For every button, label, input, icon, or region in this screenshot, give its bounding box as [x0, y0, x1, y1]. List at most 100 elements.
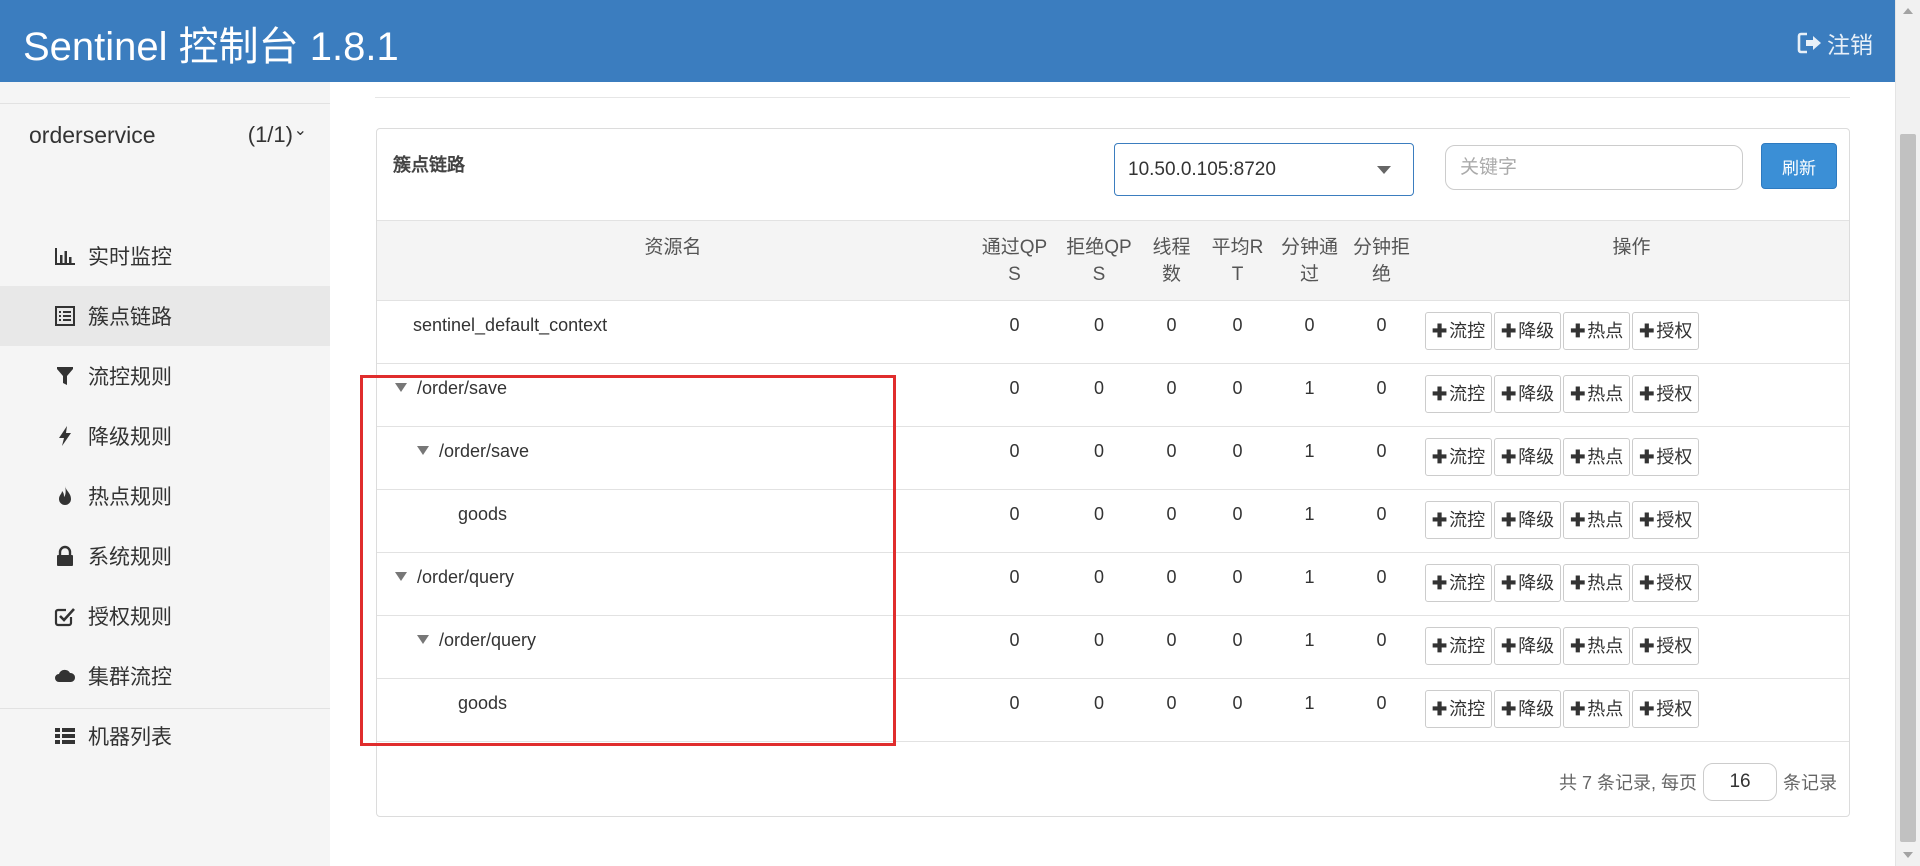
sidebar-item-label: 集群流控 [88, 666, 172, 689]
page-scrollbar[interactable] [1895, 0, 1920, 866]
highlight-annotation-box [360, 375, 896, 746]
add-degrade-rule-button[interactable]: ✚ 降级 [1494, 564, 1562, 602]
header-thread-count: 线程数 [1152, 237, 1191, 285]
scroll-down-arrow-icon[interactable] [1903, 852, 1913, 858]
sidebar-item-system-rules[interactable]: 系统规则 [0, 526, 330, 586]
add-degrade-rule-button[interactable]: ✚ 降级 [1494, 375, 1562, 413]
row-operations: ✚ 流控 ✚ 降级 ✚ 热点 ✚ 授权 [1414, 616, 1849, 679]
row-operations: ✚ 流控 ✚ 降级 ✚ 热点 ✚ 授权 [1414, 301, 1849, 364]
block-qps-value: 0 [1093, 630, 1104, 650]
sidebar-nav: 实时监控 簇点链路 流控规则 降级规则 热点规则 系统规则 授权规则 集群流控 [0, 226, 330, 766]
logout-link[interactable]: 注销 [1797, 26, 1873, 60]
plus-icon: ✚ [1570, 447, 1586, 467]
add-authority-rule-button[interactable]: ✚ 授权 [1632, 312, 1700, 350]
sidebar-item-realtime-monitor[interactable]: 实时监控 [0, 226, 330, 286]
add-degrade-rule-button[interactable]: ✚ 降级 [1494, 627, 1562, 665]
add-flow-rule-button[interactable]: ✚ 流控 [1425, 627, 1493, 665]
minute-block-value: 0 [1376, 378, 1387, 398]
th-list-icon [55, 728, 75, 744]
pass-qps-value: 0 [1009, 441, 1020, 461]
sidebar-item-degrade-rules[interactable]: 降级规则 [0, 406, 330, 466]
add-flow-rule-button[interactable]: ✚ 流控 [1425, 690, 1493, 728]
row-operations: ✚ 流控 ✚ 降级 ✚ 热点 ✚ 授权 [1414, 553, 1849, 616]
minute-block-value: 0 [1376, 441, 1387, 461]
caret-down-icon [1377, 166, 1391, 174]
pagination-prefix: 共 7 条记录, 每页 [1559, 773, 1698, 793]
add-authority-rule-button[interactable]: ✚ 授权 [1632, 690, 1700, 728]
list-alt-icon [55, 306, 75, 326]
sign-out-icon [1797, 32, 1821, 54]
sidebar-item-hotspot-rules[interactable]: 热点规则 [0, 466, 330, 526]
avg-rt-value: 0 [1232, 693, 1243, 713]
add-flow-rule-button[interactable]: ✚ 流控 [1425, 375, 1493, 413]
plus-icon: ✚ [1570, 573, 1586, 593]
machine-select[interactable]: 10.50.0.105:8720 [1114, 143, 1414, 196]
row-operations: ✚ 流控 ✚ 降级 ✚ 热点 ✚ 授权 [1414, 679, 1849, 742]
add-authority-rule-button[interactable]: ✚ 授权 [1632, 501, 1700, 539]
avg-rt-value: 0 [1232, 441, 1243, 461]
add-flow-rule-button[interactable]: ✚ 流控 [1425, 564, 1493, 602]
lock-icon [57, 545, 73, 566]
minute-pass-value: 1 [1304, 567, 1315, 587]
row-operations: ✚ 流控 ✚ 降级 ✚ 热点 ✚ 授权 [1414, 364, 1849, 427]
sidebar-item-authority-rules[interactable]: 授权规则 [0, 586, 330, 646]
block-qps-value: 0 [1093, 693, 1104, 713]
plus-icon: ✚ [1639, 636, 1655, 656]
page-size-input[interactable]: 16 [1703, 763, 1778, 801]
add-hotspot-rule-button[interactable]: ✚ 热点 [1563, 690, 1631, 728]
sidebar-item-cluster-point-link[interactable]: 簇点链路 [0, 286, 330, 346]
minute-pass-value: 1 [1304, 504, 1315, 524]
add-hotspot-rule-button[interactable]: ✚ 热点 [1563, 375, 1631, 413]
app-selector[interactable]: orderservice (1/1) ⌄ [29, 122, 309, 149]
plus-icon: ✚ [1570, 699, 1586, 719]
minute-pass-value: 0 [1304, 315, 1315, 335]
header-minute-pass: 分钟通过 [1280, 237, 1338, 285]
add-degrade-rule-button[interactable]: ✚ 降级 [1494, 690, 1562, 728]
add-degrade-rule-button[interactable]: ✚ 降级 [1494, 312, 1562, 350]
add-degrade-rule-button[interactable]: ✚ 降级 [1494, 501, 1562, 539]
add-hotspot-rule-button[interactable]: ✚ 热点 [1563, 501, 1631, 539]
block-qps-value: 0 [1093, 378, 1104, 398]
pass-qps-value: 0 [1009, 504, 1020, 524]
add-hotspot-rule-button[interactable]: ✚ 热点 [1563, 627, 1631, 665]
add-authority-rule-button[interactable]: ✚ 授权 [1632, 375, 1700, 413]
block-qps-value: 0 [1093, 315, 1104, 335]
sidebar-item-label: 机器列表 [88, 726, 172, 749]
minute-pass-value: 1 [1304, 378, 1315, 398]
header-minute-block: 分钟拒绝 [1352, 237, 1410, 285]
chevron-down-icon: ⌄ [293, 122, 307, 139]
add-authority-rule-button[interactable]: ✚ 授权 [1632, 438, 1700, 476]
scroll-up-arrow-icon[interactable] [1903, 8, 1913, 14]
header-block-qps: 拒绝QP S [1066, 237, 1132, 285]
sidebar-item-flow-rules[interactable]: 流控规则 [0, 346, 330, 406]
minute-block-value: 0 [1376, 567, 1387, 587]
refresh-button[interactable]: 刷新 [1761, 143, 1837, 189]
avg-rt-value: 0 [1232, 504, 1243, 524]
add-authority-rule-button[interactable]: ✚ 授权 [1632, 564, 1700, 602]
row-operations: ✚ 流控 ✚ 降级 ✚ 热点 ✚ 授权 [1414, 427, 1849, 490]
plus-icon: ✚ [1639, 321, 1655, 341]
add-hotspot-rule-button[interactable]: ✚ 热点 [1563, 564, 1631, 602]
thread-count-value: 0 [1166, 504, 1177, 524]
sidebar-item-label: 流控规则 [88, 366, 172, 389]
block-qps-value: 0 [1093, 567, 1104, 587]
add-flow-rule-button[interactable]: ✚ 流控 [1425, 312, 1493, 350]
add-authority-rule-button[interactable]: ✚ 授权 [1632, 627, 1700, 665]
bar-chart-icon [55, 248, 75, 265]
fire-icon [59, 486, 71, 505]
resource-name: sentinel_default_context [413, 315, 608, 335]
plus-icon: ✚ [1432, 573, 1448, 593]
keyword-search-input[interactable] [1445, 145, 1743, 190]
add-flow-rule-button[interactable]: ✚ 流控 [1425, 501, 1493, 539]
scrollbar-thumb[interactable] [1900, 134, 1916, 842]
add-hotspot-rule-button[interactable]: ✚ 热点 [1563, 312, 1631, 350]
sidebar-item-machine-list[interactable]: 机器列表 [0, 706, 330, 766]
header-operations: 操作 [1612, 237, 1651, 258]
add-degrade-rule-button[interactable]: ✚ 降级 [1494, 438, 1562, 476]
add-hotspot-rule-button[interactable]: ✚ 热点 [1563, 438, 1631, 476]
machine-select-value: 10.50.0.105:8720 [1128, 159, 1276, 180]
add-flow-rule-button[interactable]: ✚ 流控 [1425, 438, 1493, 476]
pass-qps-value: 0 [1009, 567, 1020, 587]
avg-rt-value: 0 [1232, 315, 1243, 335]
sidebar-item-cluster-flow[interactable]: 集群流控 [0, 646, 330, 706]
